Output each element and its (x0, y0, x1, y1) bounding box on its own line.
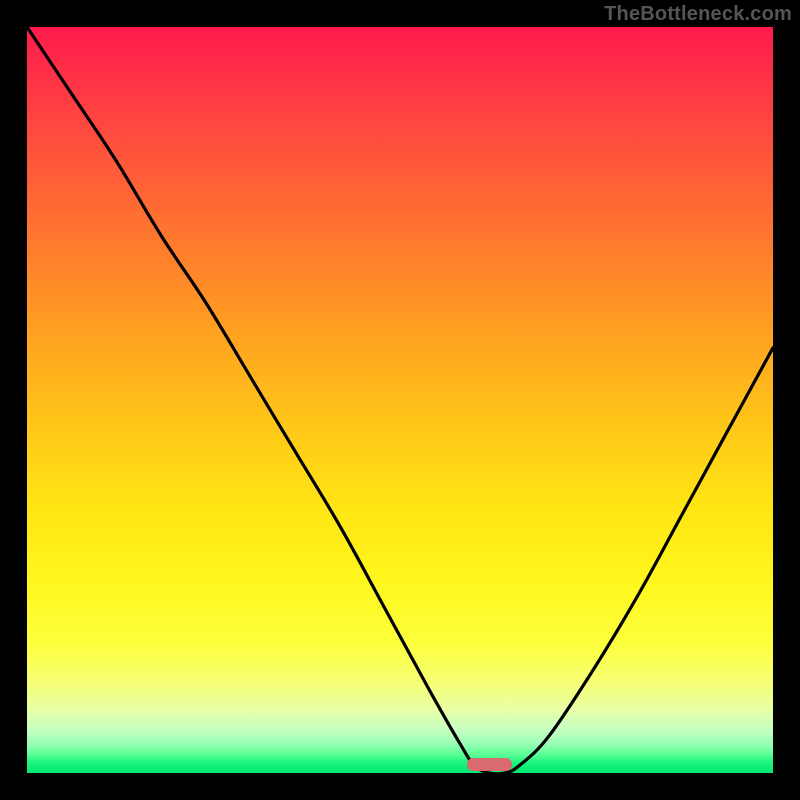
chart-frame: TheBottleneck.com (0, 0, 800, 800)
optimal-marker (467, 758, 512, 771)
curve-layer (27, 27, 773, 773)
bottleneck-curve (27, 27, 773, 773)
plot-area (27, 27, 773, 773)
watermark-text: TheBottleneck.com (604, 3, 792, 26)
